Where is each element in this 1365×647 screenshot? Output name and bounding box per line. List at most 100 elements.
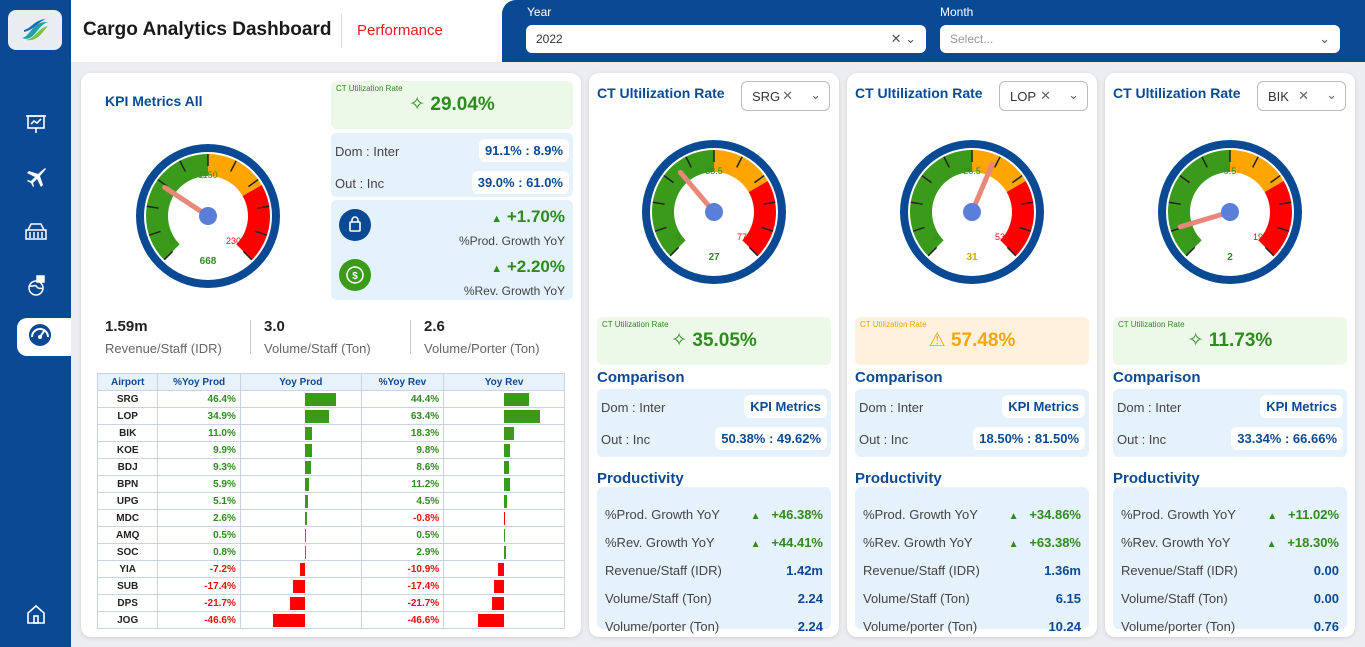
yoy-rev-bar	[504, 529, 506, 542]
yoy-rev-pct: -0.8%	[360, 509, 445, 527]
gauge-hub	[705, 203, 723, 221]
yoy-rev-pct: 9.8%	[360, 441, 445, 459]
stat-volume-porter-value: 2.6	[424, 318, 445, 335]
yoy-prod-bar-cell	[239, 526, 362, 544]
airport-card-bik: CT Ultilization Rate BIK ✕ ⌄ 0 19 9.5 2 CT …	[1105, 73, 1355, 637]
productivity-row-label: Volume/porter (Ton)	[863, 619, 978, 634]
yoy-prod-pct: -7.2%	[157, 560, 241, 578]
table-row: SRG 46.4% 44.4%	[96, 390, 565, 408]
globe-package-icon[interactable]	[22, 272, 50, 300]
airport-card-lop: CT Ultilization Rate LOP ✕ ⌄ 0 53 26.5 31 C…	[847, 73, 1097, 637]
airport-util-value: ⚠ 57.48%	[928, 330, 1016, 351]
gauge-mid-label: 38.5	[705, 166, 723, 176]
productivity-value: 10.24	[1048, 619, 1081, 634]
yoy-rev-bar	[504, 427, 515, 440]
yoy-rev-bar	[504, 393, 530, 406]
clear-chevron-icon[interactable]: ✕ ⌄	[891, 31, 916, 47]
yoy-rev-bar	[504, 478, 511, 491]
productivity-title: Productivity	[597, 470, 684, 487]
app-logo[interactable]	[8, 10, 62, 50]
comparison-title: Comparison	[1113, 369, 1201, 386]
dom-value: KPI Metrics	[1002, 395, 1085, 418]
productivity-value: 1.36m	[1044, 563, 1081, 578]
airport-select[interactable]: SRG ✕ ⌄	[741, 81, 830, 111]
kpi-title: KPI Metrics All	[105, 93, 203, 109]
airplane-icon[interactable]	[22, 163, 50, 191]
chevron-down-icon[interactable]: ⌄	[1326, 87, 1337, 103]
dom-value: KPI Metrics	[744, 395, 827, 418]
airport-code: SUB	[96, 577, 159, 595]
airport-select[interactable]: LOP ✕ ⌄	[999, 81, 1088, 111]
clear-icon[interactable]: ✕	[1298, 88, 1309, 104]
airport-code: JOG	[96, 611, 159, 629]
stat-divider	[250, 320, 251, 354]
clear-icon[interactable]: ✕	[782, 88, 793, 104]
yoy-prod-pct: 5.9%	[157, 475, 241, 493]
clear-icon[interactable]: ✕	[1040, 88, 1051, 104]
yoy-prod-bar-cell	[239, 475, 362, 493]
year-select[interactable]: 2022 ✕ ⌄	[526, 25, 926, 53]
table-row: AMQ 0.5% 0.5%	[96, 526, 565, 544]
yoy-rev-bar-cell	[443, 407, 565, 425]
page-title: Cargo Analytics Dashboard	[83, 19, 332, 40]
filter-bar: Year 2022 ✕ ⌄ Month Select... ⌄	[502, 0, 1365, 62]
yoy-prod-pct: 0.5%	[157, 526, 241, 544]
cargo-basket-icon[interactable]	[22, 218, 50, 246]
yoy-rev-bar-cell	[443, 594, 565, 612]
comparison-box: Dom : Inter KPI Metrics Out : Inc 18.50%…	[855, 389, 1089, 457]
table-header: %Yoy Prod	[157, 373, 241, 391]
productivity-row-label: Revenue/Staff (IDR)	[863, 563, 980, 578]
table-row: LOP 34.9% 63.4%	[96, 407, 565, 425]
productivity-box: %Prod. Growth YoY ▲ +34.86% %Rev. Growth Y…	[855, 487, 1089, 634]
presentation-icon[interactable]	[22, 110, 50, 138]
chevron-down-icon[interactable]: ⌄	[1319, 31, 1330, 47]
stat-volume-staff-value: 3.0	[264, 318, 285, 335]
yoy-prod-bar	[304, 546, 306, 559]
yoy-rev-pct: 44.4%	[360, 390, 445, 408]
table-row: UPG 5.1% 4.5%	[96, 492, 565, 510]
month-label: Month	[940, 5, 974, 19]
page-subtitle: Performance	[357, 22, 443, 39]
airport-code: YIA	[96, 560, 159, 578]
comparison-title: Comparison	[855, 369, 943, 386]
yoy-prod-pct: 2.6%	[157, 509, 241, 527]
airport-gauge: 0 19 9.5 2	[1158, 140, 1302, 284]
yoy-rev-pct: -17.4%	[360, 577, 445, 595]
home-icon[interactable]	[22, 600, 50, 628]
gauge-min-label: 0	[933, 232, 938, 242]
sparkle-icon: ✧	[1187, 330, 1204, 351]
productivity-row-label: Revenue/Staff (IDR)	[605, 563, 722, 578]
airport-code: BDJ	[96, 458, 159, 476]
airport-util-value: ✧ 35.05%	[671, 330, 757, 351]
productivity-growth-value: ▲ +46.38%	[750, 507, 823, 522]
yoy-prod-bar	[293, 580, 305, 593]
month-select[interactable]: Select... ⌄	[940, 25, 1340, 53]
productivity-box: %Prod. Growth YoY ▲ +46.38% %Rev. Growth Y…	[597, 487, 831, 634]
out-label: Out : Inc	[601, 432, 651, 447]
gauge-value-label: 668	[200, 256, 217, 267]
yoy-rev-pct: -21.7%	[360, 594, 445, 612]
productivity-row-label: Volume/porter (Ton)	[1121, 619, 1236, 634]
productivity-row-label: %Rev. Growth YoY	[863, 535, 973, 550]
speedometer-icon	[27, 322, 53, 353]
nav-dashboard-active[interactable]	[17, 318, 71, 356]
airport-code: KOE	[96, 441, 159, 459]
yoy-rev-pct: -46.6%	[360, 611, 445, 629]
yoy-prod-bar	[304, 393, 337, 406]
yoy-prod-pct: 5.1%	[157, 492, 241, 510]
airport-gauge: 0 77 38.5 27	[642, 140, 786, 284]
airport-select[interactable]: BIK ✕ ⌄	[1257, 81, 1346, 111]
out-value: 50.38% : 49.62%	[715, 427, 827, 450]
gauge-value-label: 31	[966, 252, 978, 263]
airport-card-title: CT Ultilization Rate	[855, 85, 983, 101]
yoy-rev-bar	[478, 614, 505, 627]
gauge-mid-label: 9.5	[1224, 166, 1237, 176]
table-row: SOC 0.8% 2.9%	[96, 543, 565, 561]
chevron-down-icon[interactable]: ⌄	[1068, 87, 1079, 103]
chevron-down-icon[interactable]: ⌄	[810, 87, 821, 103]
productivity-value: 0.00	[1313, 563, 1339, 578]
productivity-row-label: Volume/Staff (Ton)	[1121, 591, 1228, 606]
productivity-value: 6.15	[1055, 591, 1081, 606]
yoy-prod-bar-cell	[239, 492, 362, 510]
gauge-max-label: 19	[1253, 232, 1263, 242]
